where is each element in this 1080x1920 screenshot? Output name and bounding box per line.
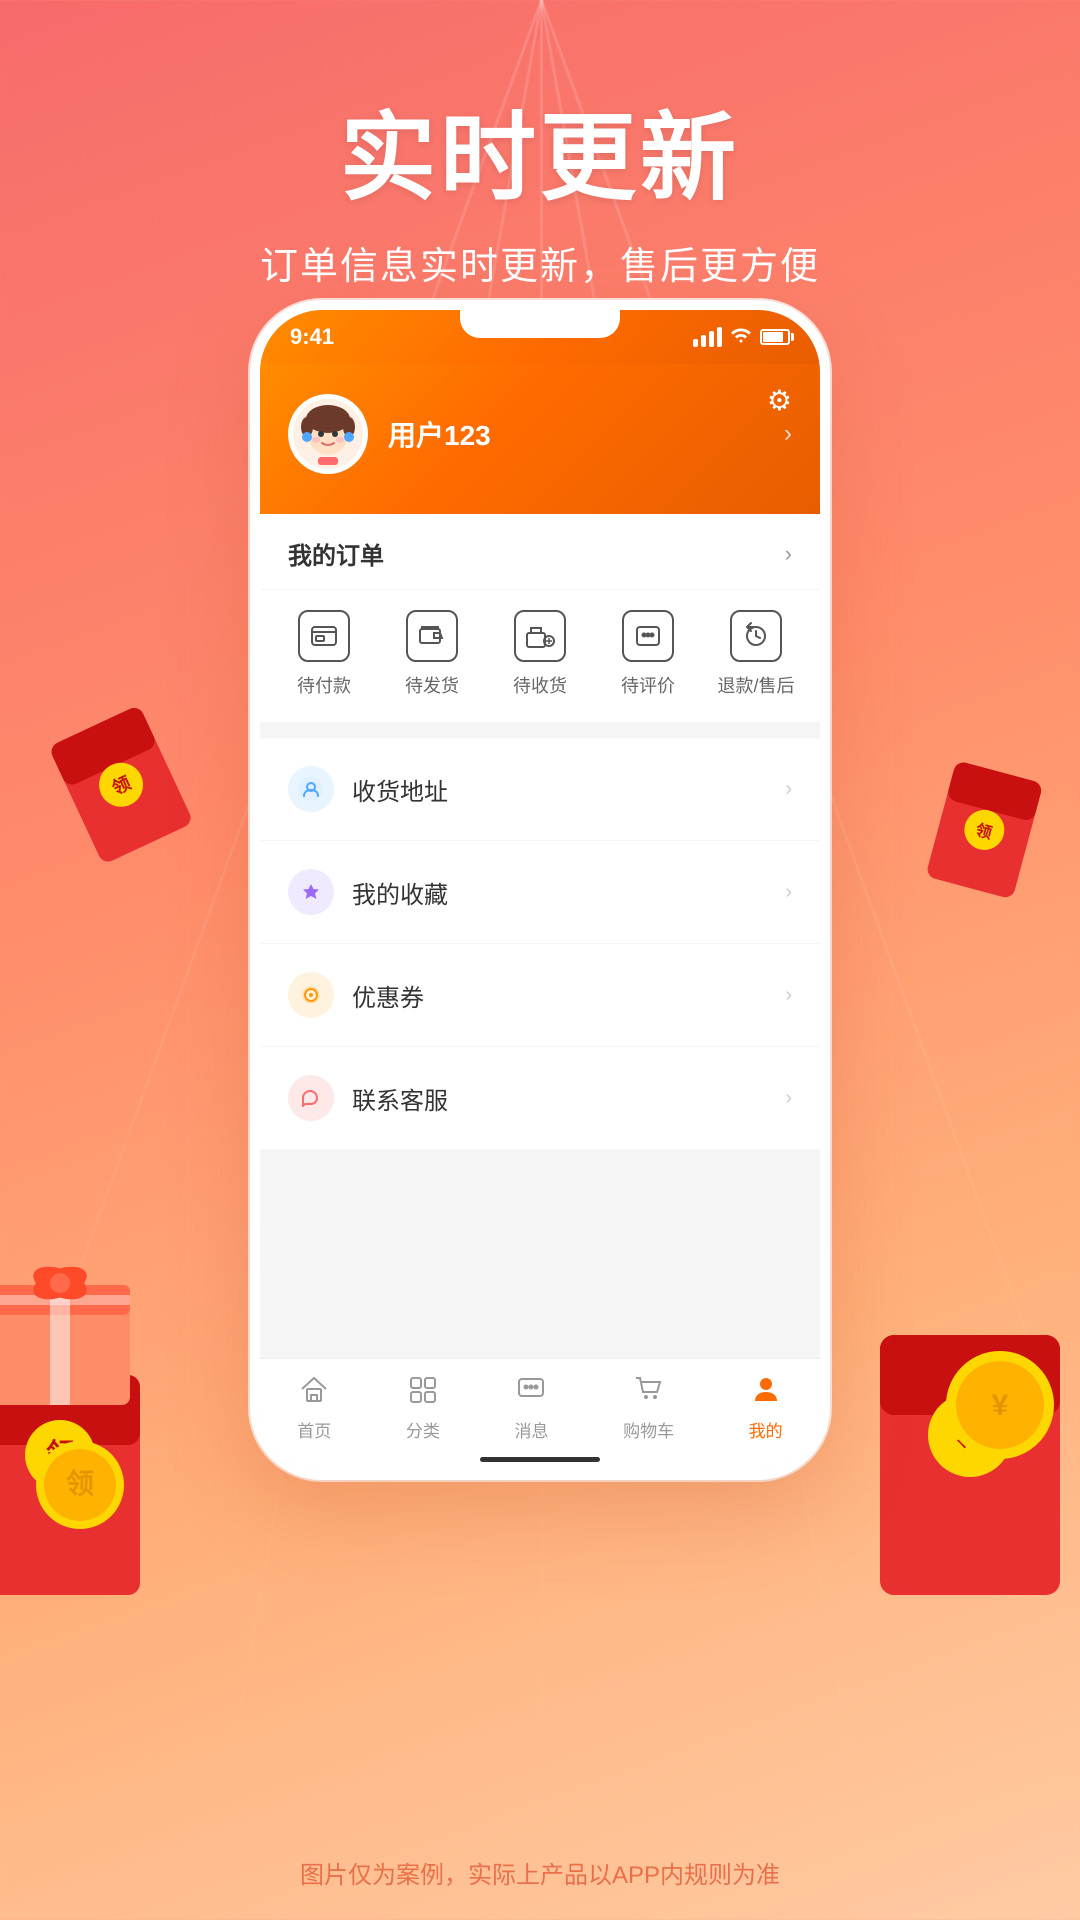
nav-home[interactable]: 首页 bbox=[297, 1375, 331, 1442]
mine-icon bbox=[751, 1375, 781, 1411]
svg-text:领: 领 bbox=[109, 772, 134, 799]
home-bar bbox=[480, 1457, 600, 1462]
home-icon bbox=[299, 1375, 329, 1411]
phone-header: ⚙ bbox=[260, 364, 820, 514]
order-tabs: 待付款 待发货 bbox=[260, 590, 820, 722]
order-title-arrow: › bbox=[785, 541, 792, 567]
battery-icon bbox=[760, 329, 790, 345]
nav-label-cart: 购物车 bbox=[623, 1417, 674, 1442]
pending-ship-icon bbox=[406, 610, 458, 662]
cart-icon bbox=[634, 1375, 664, 1411]
nav-label-message: 消息 bbox=[514, 1417, 548, 1442]
order-card: 我的订单 › 待付款 bbox=[260, 514, 820, 722]
pending-payment-icon bbox=[298, 610, 350, 662]
svg-text:领: 领 bbox=[46, 1437, 74, 1469]
menu-item-favorites[interactable]: 我的收藏 › bbox=[260, 841, 820, 944]
nav-message[interactable]: 消息 bbox=[514, 1375, 548, 1442]
main-title: 实时更新 bbox=[0, 80, 1080, 219]
tab-pending-ship[interactable]: 待发货 bbox=[378, 610, 486, 698]
menu-item-coupons[interactable]: 优惠券 › bbox=[260, 944, 820, 1047]
disclaimer: 图片仅为案例，实际上产品以APP内规则为准 bbox=[0, 1855, 1080, 1890]
tab-pending-payment[interactable]: 待付款 bbox=[270, 610, 378, 698]
pending-receive-icon bbox=[514, 610, 566, 662]
svg-text:领: 领 bbox=[974, 820, 994, 842]
menu-arrow-coupons: › bbox=[785, 984, 792, 1007]
bottom-nav: 首页 分类 bbox=[260, 1358, 820, 1470]
phone-notch bbox=[460, 310, 620, 338]
main-subtitle: 订单信息实时更新，售后更方便 bbox=[0, 235, 1080, 290]
tab-pending-receive[interactable]: 待收货 bbox=[486, 610, 594, 698]
nav-category[interactable]: 分类 bbox=[406, 1375, 440, 1442]
tab-label-2: 待收货 bbox=[513, 672, 567, 698]
status-icons bbox=[693, 325, 790, 349]
favorites-icon bbox=[288, 869, 334, 915]
status-time: 9:41 bbox=[290, 324, 334, 350]
signal-icon bbox=[693, 327, 722, 347]
top-section: 实时更新 订单信息实时更新，售后更方便 bbox=[0, 0, 1080, 290]
pending-review-icon bbox=[622, 610, 674, 662]
avatar bbox=[288, 394, 368, 474]
menu-text-address: 收货地址 bbox=[352, 772, 767, 807]
phone-frame: 9:41 ⚙ bbox=[250, 300, 830, 1480]
user-arrow: › bbox=[784, 420, 792, 448]
category-icon bbox=[408, 1375, 438, 1411]
message-icon bbox=[516, 1375, 546, 1411]
menu-arrow-support: › bbox=[785, 1087, 792, 1110]
phone-mockup: 9:41 ⚙ bbox=[250, 300, 830, 1480]
nav-label-mine: 我的 bbox=[749, 1417, 783, 1442]
svg-text:领: 领 bbox=[66, 1467, 94, 1499]
nav-mine[interactable]: 我的 bbox=[749, 1375, 783, 1442]
menu-text-favorites: 我的收藏 bbox=[352, 875, 767, 910]
settings-icon[interactable]: ⚙ bbox=[767, 384, 792, 417]
tab-refund[interactable]: 退款/售后 bbox=[702, 610, 810, 698]
menu-arrow-address: › bbox=[785, 778, 792, 801]
menu-text-coupons: 优惠券 bbox=[352, 978, 767, 1013]
svg-text:¥: ¥ bbox=[992, 1389, 1009, 1422]
coupons-icon bbox=[288, 972, 334, 1018]
tab-label-1: 待发货 bbox=[405, 672, 459, 698]
wifi-icon bbox=[730, 325, 752, 349]
tab-label-0: 待付款 bbox=[297, 672, 351, 698]
username: 用户123 bbox=[388, 414, 764, 454]
menu-item-address[interactable]: 收货地址 › bbox=[260, 738, 820, 841]
menu-arrow-favorites: › bbox=[785, 881, 792, 904]
tab-label-4: 退款/售后 bbox=[717, 672, 794, 698]
order-header[interactable]: 我的订单 › bbox=[260, 514, 820, 590]
menu-text-support: 联系客服 bbox=[352, 1081, 767, 1116]
menu-list: 收货地址 › 我的收藏 › bbox=[260, 738, 820, 1149]
svg-text:领: 领 bbox=[954, 1416, 986, 1452]
tab-pending-review[interactable]: 待评价 bbox=[594, 610, 702, 698]
nav-label-home: 首页 bbox=[297, 1417, 331, 1442]
tab-label-3: 待评价 bbox=[621, 672, 675, 698]
order-title: 我的订单 bbox=[288, 536, 384, 571]
menu-item-support[interactable]: 联系客服 › bbox=[260, 1047, 820, 1149]
address-icon bbox=[288, 766, 334, 812]
nav-cart[interactable]: 购物车 bbox=[623, 1375, 674, 1442]
support-icon bbox=[288, 1075, 334, 1121]
refund-icon bbox=[730, 610, 782, 662]
user-profile[interactable]: 用户123 › bbox=[288, 394, 792, 474]
nav-label-category: 分类 bbox=[406, 1417, 440, 1442]
